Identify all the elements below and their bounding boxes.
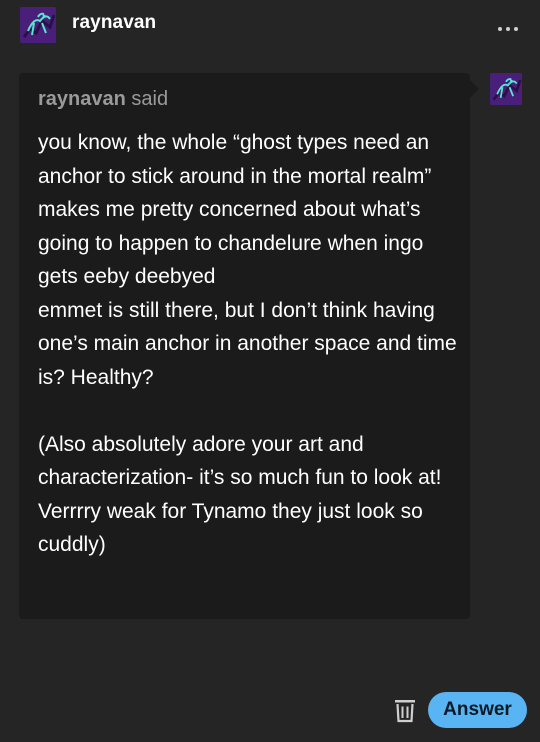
ask-bubble-tail xyxy=(470,80,479,98)
asker-avatar-icon[interactable] xyxy=(490,73,522,105)
purple-creature-avatar-icon[interactable] xyxy=(20,7,56,43)
question-paragraph: (Also absolutely adore your art and char… xyxy=(38,432,442,557)
question-text: you know, the whole “ghost types need an… xyxy=(38,126,458,562)
answer-button[interactable]: Answer xyxy=(428,692,527,728)
question-paragraph: you know, the whole “ghost types need an… xyxy=(38,131,432,288)
post-header: raynavan xyxy=(0,0,540,56)
asker-line: raynavan said xyxy=(38,88,168,111)
ellipsis-icon[interactable] xyxy=(498,18,524,31)
trash-icon[interactable] xyxy=(392,697,418,723)
asker-name[interactable]: raynavan xyxy=(38,88,126,110)
asker-said-label: said xyxy=(131,88,169,110)
blog-username[interactable]: raynavan xyxy=(72,12,156,34)
question-paragraph: emmet is still there, but I don’t think … xyxy=(38,298,457,389)
